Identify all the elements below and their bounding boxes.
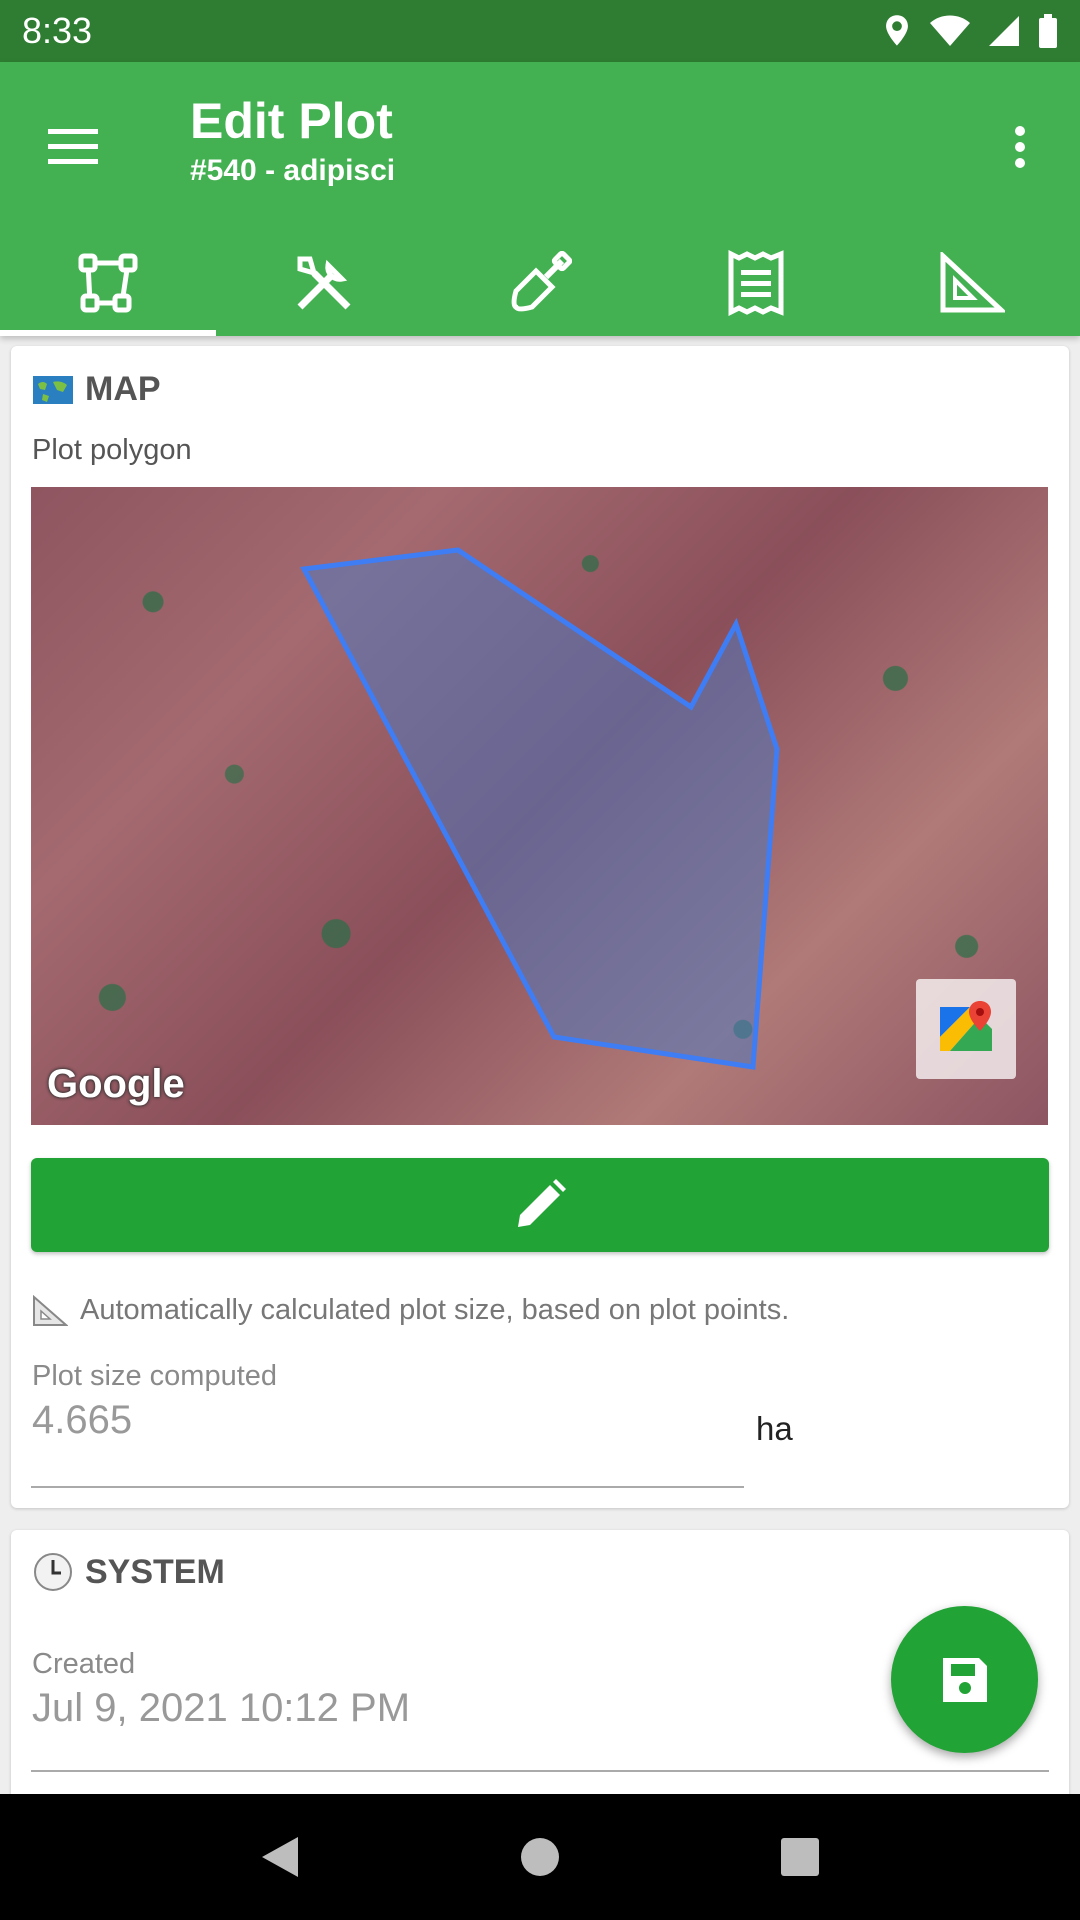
auto-calc-text: Automatically calculated plot size, base… bbox=[80, 1294, 790, 1326]
recents-icon bbox=[781, 1838, 819, 1876]
status-time: 8:33 bbox=[22, 10, 93, 51]
system-section-header: SYSTEM bbox=[33, 1552, 225, 1592]
tab-tools[interactable] bbox=[216, 230, 432, 336]
plot-polygon bbox=[300, 547, 780, 1070]
plot-size-value: 4.665 bbox=[32, 1398, 133, 1442]
receipt-icon bbox=[728, 250, 784, 316]
app-bar: Edit Plot #540 - adipisci bbox=[0, 62, 1080, 336]
google-logo: Google bbox=[47, 1062, 185, 1106]
map-section-header: MAP bbox=[33, 370, 161, 409]
tab-receipt[interactable] bbox=[648, 230, 864, 336]
triangular-ruler-icon bbox=[33, 1294, 68, 1326]
satellite-map[interactable]: Google bbox=[31, 487, 1048, 1125]
edit-polygon-button[interactable] bbox=[31, 1158, 1049, 1252]
tools-icon bbox=[297, 256, 351, 310]
save-icon bbox=[942, 1657, 987, 1702]
page-title: Edit Plot bbox=[190, 93, 393, 149]
plot-polygon-label: Plot polygon bbox=[32, 434, 192, 466]
wifi-icon bbox=[930, 15, 970, 46]
tab-polygon[interactable] bbox=[0, 230, 216, 336]
created-value: Jul 9, 2021 10:12 PM bbox=[32, 1686, 411, 1730]
created-label: Created bbox=[32, 1648, 136, 1680]
plot-size-unit: ha bbox=[756, 1410, 793, 1447]
shovel-icon bbox=[511, 251, 572, 312]
overflow-menu-button[interactable] bbox=[990, 112, 1050, 182]
signal-icon bbox=[989, 16, 1019, 46]
polygon-icon bbox=[78, 253, 138, 313]
plot-size-underline bbox=[31, 1486, 744, 1488]
location-icon bbox=[886, 15, 908, 46]
world-map-icon bbox=[33, 375, 73, 404]
back-icon bbox=[262, 1837, 298, 1877]
nav-recents-button[interactable] bbox=[760, 1817, 840, 1897]
page-subtitle: #540 - adipisci bbox=[190, 154, 396, 187]
status-bar: 8:33 bbox=[0, 0, 1080, 62]
nav-home-button[interactable] bbox=[500, 1817, 580, 1897]
ruler-triangle-icon bbox=[940, 252, 1005, 313]
clock-icon bbox=[34, 1553, 72, 1591]
open-in-maps-button[interactable] bbox=[916, 979, 1016, 1079]
tab-bar bbox=[0, 230, 1080, 336]
battery-icon bbox=[1039, 14, 1057, 48]
map-card: MAP Plot polygon Google Automatically ca… bbox=[11, 346, 1069, 1508]
tab-shovel[interactable] bbox=[432, 230, 648, 336]
more-vert-icon bbox=[1015, 126, 1025, 168]
tab-ruler[interactable] bbox=[864, 230, 1080, 336]
created-underline bbox=[31, 1770, 1049, 1772]
nav-back-button[interactable] bbox=[240, 1817, 320, 1897]
system-nav-bar bbox=[0, 1794, 1080, 1920]
auto-calc-note: Automatically calculated plot size, base… bbox=[32, 1294, 789, 1327]
home-icon bbox=[521, 1838, 559, 1876]
status-icons bbox=[882, 14, 1058, 48]
menu-button[interactable] bbox=[38, 112, 108, 182]
menu-icon bbox=[48, 129, 98, 164]
plot-size-label: Plot size computed bbox=[32, 1360, 278, 1392]
google-maps-icon bbox=[940, 1001, 992, 1051]
title-block: Edit Plot #540 - adipisci bbox=[190, 90, 395, 190]
pencil-icon bbox=[518, 1179, 566, 1227]
system-section-title: SYSTEM bbox=[85, 1552, 225, 1591]
save-button[interactable] bbox=[891, 1606, 1038, 1753]
map-section-title: MAP bbox=[85, 370, 161, 408]
